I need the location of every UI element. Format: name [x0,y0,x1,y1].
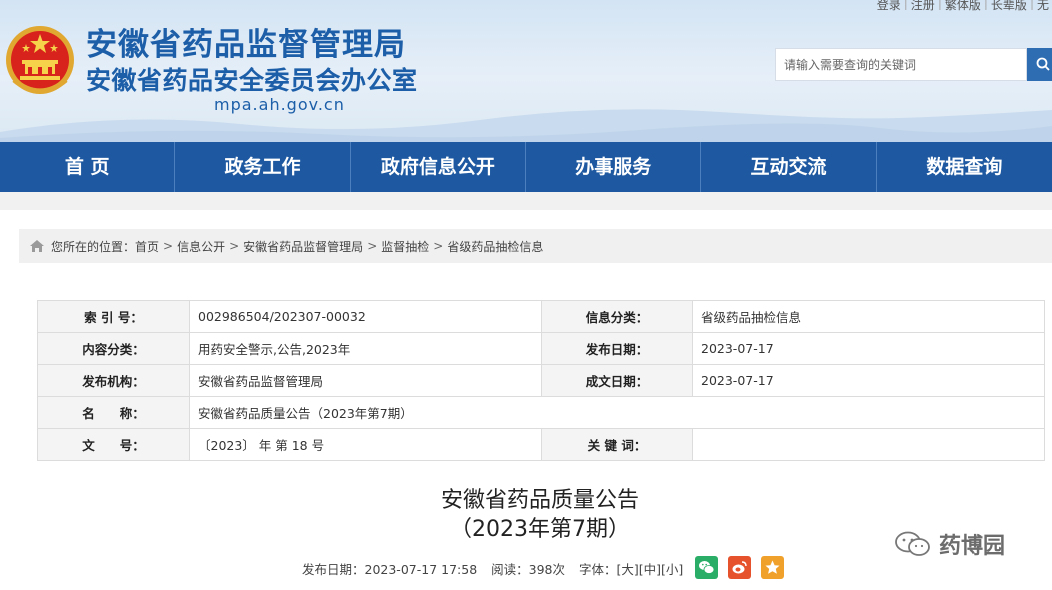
table-row: 索 引 号： 002986504/202307-00032 信息分类： 省级药品… [37,300,1045,333]
made-date-label: 成文日期： [541,364,693,397]
content-value: 用药安全警示,公告,2023年 [189,332,542,365]
search-button[interactable] [1027,48,1052,81]
search-box [775,48,1027,81]
breadcrumb-current[interactable]: 省级药品抽检信息 [447,238,543,255]
docno-label: 文 号： [37,428,190,461]
info-table: 索 引 号： 002986504/202307-00032 信息分类： 省级药品… [37,300,1045,461]
index-value: 002986504/202307-00032 [189,300,542,333]
search-icon [1036,57,1050,71]
nav-interaction[interactable]: 互动交流 [701,142,877,192]
favorite-button[interactable] [761,556,784,579]
article-reads: 阅读：398次 [491,562,565,577]
breadcrumb-separator: > [367,239,378,253]
site-domain: mpa.ah.gov.cn [214,95,345,114]
register-link[interactable]: 注册 [908,0,938,13]
nav-data-query[interactable]: 数据查询 [877,142,1052,192]
table-row: 名 称： 安徽省药品质量公告（2023年第7期） [37,396,1045,429]
made-date-value: 2023-07-17 [692,364,1045,397]
home-icon [30,240,44,252]
national-emblem-icon [6,26,74,94]
article-meta: 发布日期：2023-07-17 17:58 阅读：398次 字体： [大] [中… [302,559,683,578]
breadcrumb-home[interactable]: 首页 [135,238,159,255]
star-icon [765,560,780,574]
breadcrumb-supervision[interactable]: 监督抽检 [381,238,429,255]
font-size-small-button[interactable]: [小] [661,559,683,578]
pubdate-label: 发布日期： [541,332,693,365]
org-label: 发布机构： [37,364,190,397]
keyword-value [692,428,1045,461]
font-size-medium-button[interactable]: [中] [639,559,661,578]
name-value: 安徽省药品质量公告（2023年第7期） [189,396,1045,429]
org-value: 安徽省药品监督管理局 [189,364,542,397]
name-label: 名 称： [37,396,190,429]
site-title-secondary: 安徽省药品安全委员会办公室 [86,66,418,95]
breadcrumb-separator: > [163,239,174,253]
article-date: 发布日期：2023-07-17 17:58 [302,562,478,577]
nav-home[interactable]: 首 页 [0,142,176,192]
keyword-label: 关 键 词： [541,428,693,461]
table-row: 文 号： 〔2023〕 年 第 18 号 关 键 词： [37,428,1045,461]
breadcrumb-separator: > [229,239,240,253]
breadcrumb: 您所在的位置： 首页 > 信息公开 > 安徽省药品监督管理局 > 监督抽检 > … [19,229,1052,263]
content-label: 内容分类： [37,332,190,365]
traditional-chinese-link[interactable]: 繁体版 [942,0,984,13]
index-label: 索 引 号： [37,300,190,333]
search-input[interactable] [776,49,1026,80]
site-title-primary: 安徽省药品监督管理局 [86,27,406,63]
wechat-icon [699,561,715,574]
watermark: 药博园 [893,528,1005,560]
share-weibo-button[interactable] [728,556,751,579]
accessibility-link[interactable]: 无 [1034,0,1052,13]
category-label: 信息分类： [541,300,693,333]
category-value: 省级药品抽检信息 [692,300,1045,333]
breadcrumb-bureau[interactable]: 安徽省药品监督管理局 [243,238,363,255]
article-title: 安徽省药品质量公告 [440,488,639,513]
table-row: 发布机构： 安徽省药品监督管理局 成文日期： 2023-07-17 [37,364,1045,397]
breadcrumb-prefix: 您所在的位置： [51,239,136,254]
table-row: 内容分类： 用药安全警示,公告,2023年 发布日期： 2023-07-17 [37,332,1045,365]
share-wechat-button[interactable] [695,556,718,579]
top-links: 登录 | 注册 | 繁体版 | 长辈版 | 无 [874,0,1052,13]
pubdate-value: 2023-07-17 [692,332,1045,365]
breadcrumb-info-disclosure[interactable]: 信息公开 [177,238,225,255]
watermark-text: 药博园 [939,534,1006,559]
main-nav: 首 页 政务工作 政府信息公开 办事服务 互动交流 数据查询 [0,142,1052,192]
wechat-watermark-icon [895,531,930,556]
docno-value: 〔2023〕 年 第 18 号 [189,428,542,461]
font-size-label: 字体： [579,562,617,577]
elder-version-link[interactable]: 长辈版 [988,0,1030,13]
nav-services[interactable]: 办事服务 [526,142,702,192]
nav-info-disclosure[interactable]: 政府信息公开 [351,142,527,192]
site-header: 安徽省药品监督管理局 安徽省药品安全委员会办公室 mpa.ah.gov.cn 登… [0,0,1052,142]
font-size-large-button[interactable]: [大] [617,559,639,578]
breadcrumb-separator: > [433,239,444,253]
divider-strip [0,192,1052,210]
nav-government-affairs[interactable]: 政务工作 [175,142,351,192]
weibo-icon [732,561,747,574]
login-link[interactable]: 登录 [874,0,904,13]
